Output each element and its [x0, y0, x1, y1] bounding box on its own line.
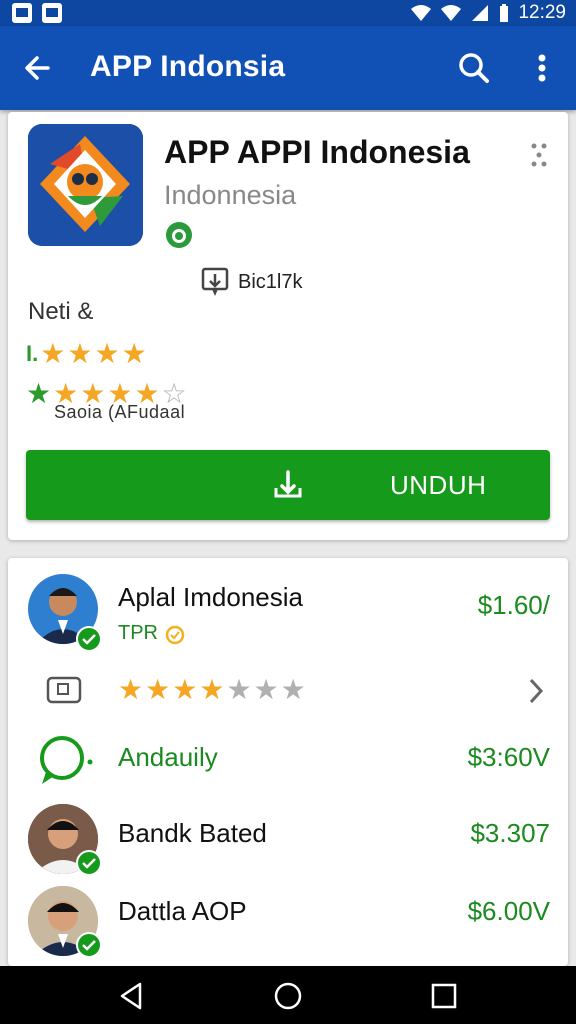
app-notification-icon	[42, 3, 62, 23]
star-empty-icon: ★	[280, 674, 306, 705]
star-icon: ★	[67, 338, 93, 369]
battery-icon	[500, 4, 509, 22]
star-icon: ★	[118, 674, 144, 705]
cell-signal-icon	[472, 5, 489, 21]
rating-stars-row: I. ★ ★ ★ ★	[26, 340, 147, 368]
downloads-label: Bic1l7k	[238, 270, 303, 293]
status-bar: 12:29	[0, 0, 576, 26]
verified-check-icon	[76, 626, 102, 652]
card-menu-icon[interactable]	[528, 140, 550, 170]
home-nav-icon[interactable]	[272, 980, 304, 1012]
back-nav-icon[interactable]	[116, 980, 148, 1012]
chat-icon	[40, 736, 93, 784]
chevron-right-icon[interactable]	[526, 676, 546, 706]
downloads-count: Bic1l7k	[200, 266, 302, 298]
list-item-subtitle: TPR	[118, 622, 186, 645]
star-empty-icon: ★	[253, 674, 279, 705]
list-item[interactable]: Aplal Imdonesia TPR $1.60/	[8, 570, 568, 660]
list-item-title: Dattla AOP	[118, 896, 247, 926]
verified-check-icon	[76, 850, 102, 876]
search-icon[interactable]	[454, 48, 494, 88]
rating-caption: Saoia (AFudaal	[54, 402, 186, 422]
list-item[interactable]: ★ ★ ★ ★ ★ ★ ★	[8, 664, 568, 716]
app-name: APP APPI Indonesia	[164, 134, 470, 170]
navigation-bar	[0, 966, 576, 1024]
list-item-title: Aplal Imdonesia	[118, 582, 303, 612]
star-icon: ★	[40, 338, 66, 369]
list-item[interactable]: Bandk Bated $3.307	[8, 802, 568, 882]
related-apps-list: Aplal Imdonesia TPR $1.60/ ★ ★ ★ ★ ★ ★ ★	[8, 558, 568, 966]
list-item-price: $6.00V	[467, 896, 550, 926]
app-detail-card: APP APPI Indonesia Indonnesia Bic1l7k Ne…	[8, 112, 568, 540]
recents-nav-icon[interactable]	[428, 980, 460, 1012]
list-item-price: $3.307	[470, 818, 550, 848]
download-icon	[274, 470, 302, 498]
list-item-title: Andauily	[118, 742, 218, 772]
star-icon: ★	[94, 338, 120, 369]
download-badge-icon	[201, 267, 229, 296]
app-logo	[28, 124, 143, 246]
camera-icon	[46, 676, 82, 704]
rating-prefix: I.	[26, 341, 39, 366]
star-icon: ★	[121, 338, 147, 369]
green-star-icon: ★	[26, 378, 52, 409]
badge-icon	[165, 625, 185, 644]
rating-label: Neti &	[28, 298, 94, 325]
more-options-icon[interactable]	[524, 48, 560, 88]
app-bar: APP Indonsia	[0, 26, 576, 110]
app-logo-graphic	[28, 124, 143, 246]
star-icon: ★	[145, 674, 171, 705]
wifi-signal-icon	[441, 5, 462, 21]
list-item-subtitle-text: TPR	[118, 622, 158, 644]
list-item-title: Bandk Bated	[118, 818, 267, 848]
install-label: UNDUH	[390, 470, 487, 500]
verified-check-icon	[76, 932, 102, 958]
list-item-rating: ★ ★ ★ ★ ★ ★ ★	[118, 676, 306, 704]
star-icon: ★	[172, 674, 198, 705]
image-notification-icon	[12, 3, 32, 23]
status-clock: 12:29	[518, 2, 566, 23]
list-item-price: $3:60V	[467, 742, 550, 772]
list-item[interactable]: Dattla AOP $6.00V	[8, 884, 568, 964]
wifi-icon	[411, 5, 432, 21]
list-item-price: $1.60/	[477, 590, 550, 620]
star-empty-icon: ★	[226, 674, 252, 705]
verified-badge-icon	[166, 222, 192, 248]
star-icon: ★	[199, 674, 225, 705]
back-arrow-icon[interactable]	[18, 48, 58, 88]
app-developer[interactable]: Indonnesia	[164, 180, 296, 211]
list-item[interactable]: Andauily $3:60V	[8, 726, 568, 796]
page-title: APP Indonsia	[90, 50, 286, 83]
install-button[interactable]: UNDUH	[26, 450, 550, 520]
